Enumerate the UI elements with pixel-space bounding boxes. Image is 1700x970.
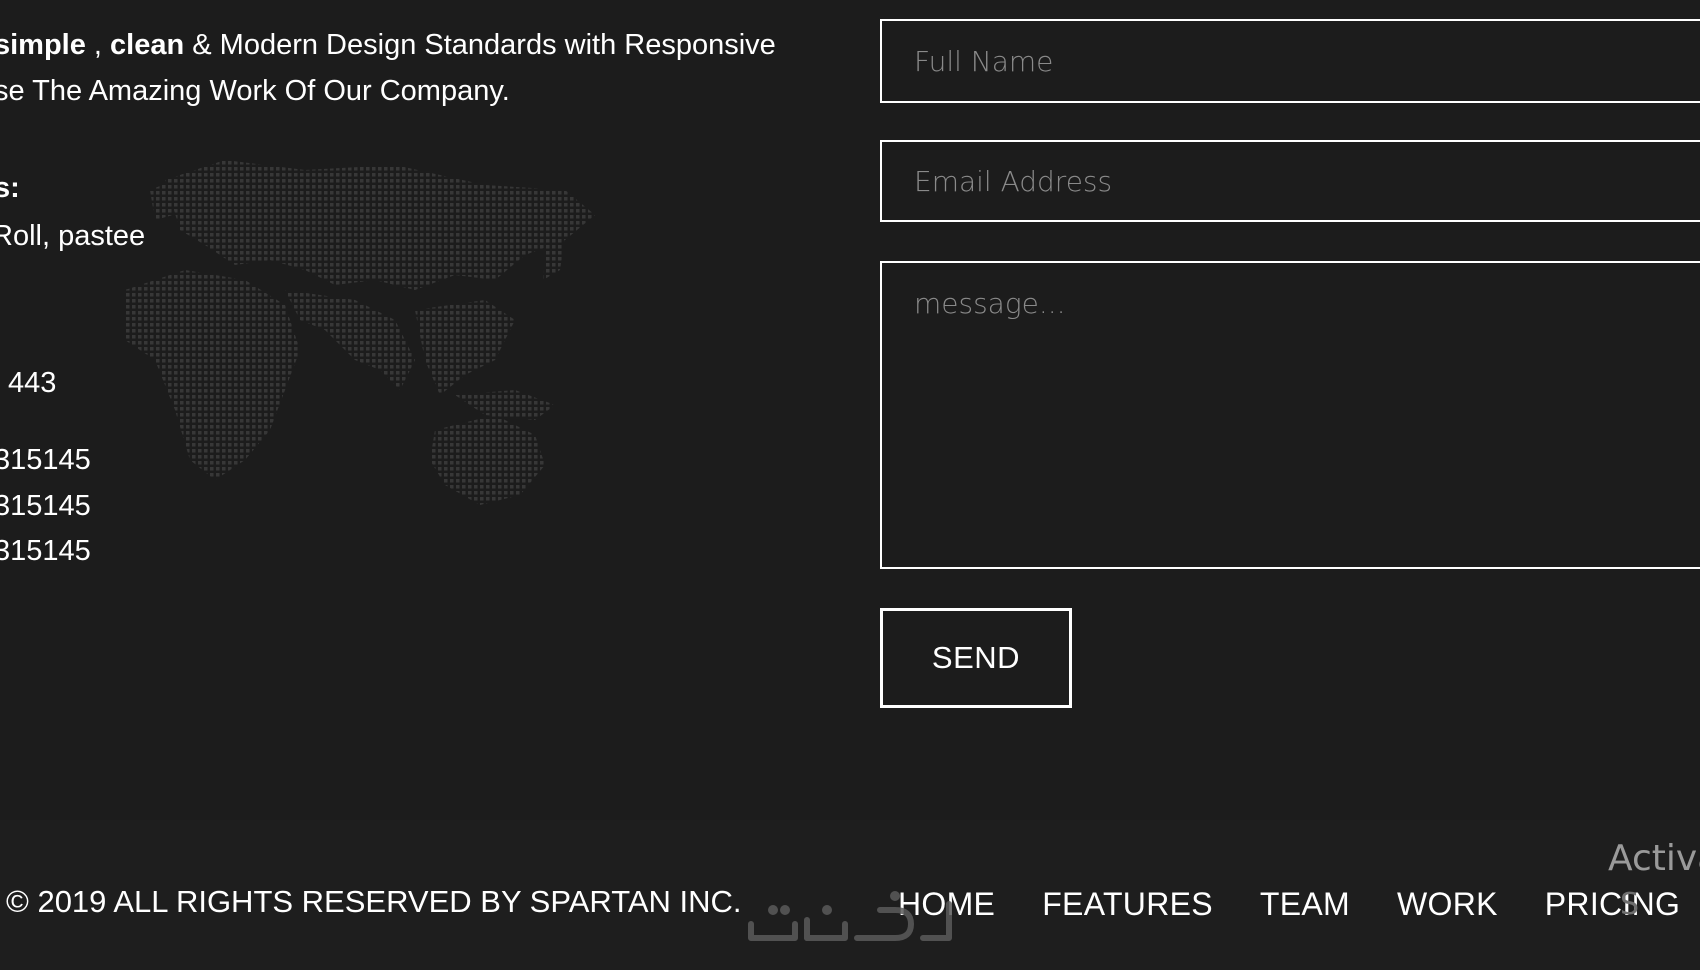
po-box-value: 443 [8,367,57,399]
nav-features-link[interactable]: FEATURES [1042,886,1213,923]
send-button[interactable]: SEND [880,608,1072,708]
nav-work-link[interactable]: WORK [1397,886,1498,923]
footer-nav: HOME FEATURES TEAM WORK PRICING [898,886,1680,923]
intro-separator: , [85,29,111,61]
activate-windows-notice: Activa [1608,838,1700,879]
email-address-input[interactable] [880,140,1700,222]
contact-section: simple , clean & Modern Design Standards… [0,0,1700,820]
nav-pricing-link[interactable]: PRICING [1545,886,1680,923]
intro-bold-clean: clean [110,29,185,61]
world-map-dots [125,160,595,505]
phone-number: 315145 [0,490,91,522]
activate-windows-subtext: S [1620,887,1640,922]
phone-number: 315145 [0,444,91,476]
intro-bold-simple: simple [0,29,86,61]
address-label: s: [0,172,20,204]
khamsat-watermark-logo [748,891,952,941]
intro-line-1: simple , clean & Modern Design Standards… [0,22,776,68]
intro-line-2: se The Amazing Work Of Our Company. [0,75,510,107]
intro-line-1-rest: & Modern Design Standards with Responsiv… [184,29,776,61]
nav-team-link[interactable]: TEAM [1260,886,1350,923]
address-value: Roll, pastee [0,220,146,252]
copyright-text: © 2019 ALL RIGHTS RESERVED BY SPARTAN IN… [6,884,742,919]
full-name-input[interactable] [880,19,1700,103]
message-textarea[interactable] [880,261,1700,569]
phone-number: 315145 [0,535,91,567]
